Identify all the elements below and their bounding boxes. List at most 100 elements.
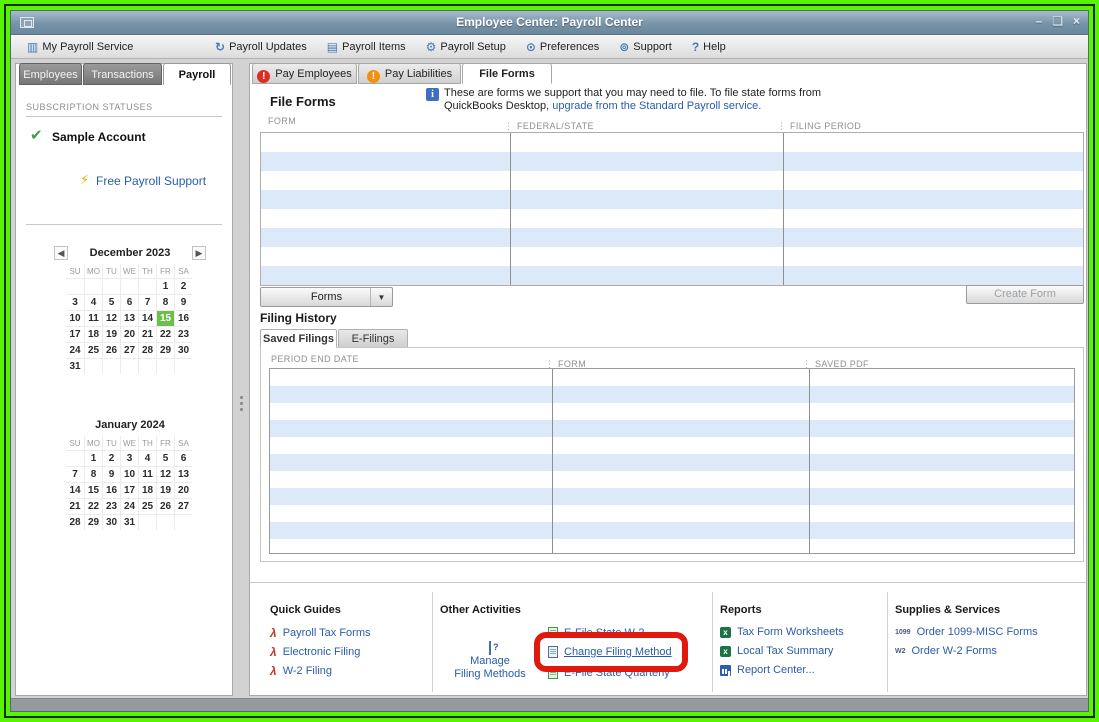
calendar-day[interactable]: 30	[174, 342, 192, 358]
column-grip-icon[interactable]: ⋮	[777, 121, 786, 131]
calendar-day[interactable]: 26	[156, 498, 174, 514]
payroll-setup-button[interactable]: ⚙ Payroll Setup	[424, 35, 508, 59]
tab-employees[interactable]: Employees	[19, 63, 82, 85]
table-row[interactable]	[261, 228, 1083, 247]
tab-pay-liabilities[interactable]: !Pay Liabilities	[358, 63, 461, 84]
calendar-day[interactable]: 12	[102, 310, 120, 326]
calendar-day[interactable]: 3	[66, 294, 84, 310]
tab-payroll[interactable]: Payroll	[163, 63, 231, 85]
calendar-day[interactable]: 20	[120, 326, 138, 342]
calendar-day[interactable]: 9	[174, 294, 192, 310]
calendar-day[interactable]: 21	[66, 498, 84, 514]
calendar-day[interactable]: 30	[102, 514, 120, 530]
calendar-day[interactable]: 31	[66, 358, 84, 374]
calendar-day[interactable]: 6	[174, 450, 192, 466]
calendar-day[interactable]: 4	[138, 450, 156, 466]
w2-filing-link[interactable]: λW-2 Filing	[270, 664, 332, 678]
calendar-day[interactable]: 12	[156, 466, 174, 482]
calendar-day[interactable]: 13	[120, 310, 138, 326]
calendar-day[interactable]: 16	[174, 310, 192, 326]
calendar-day[interactable]: 11	[84, 310, 102, 326]
calendar-day[interactable]: 25	[138, 498, 156, 514]
column-grip-icon[interactable]: ⋮	[504, 121, 513, 131]
upgrade-link[interactable]: upgrade from the Standard Payroll servic…	[552, 100, 761, 112]
calendar-day[interactable]: 20	[174, 482, 192, 498]
calendar-day[interactable]: 1	[84, 450, 102, 466]
tab-e-filings[interactable]: E-Filings	[338, 329, 408, 348]
calendar-day[interactable]: 15	[84, 482, 102, 498]
calendar-day[interactable]: 21	[138, 326, 156, 342]
column-divider[interactable]	[783, 133, 784, 285]
table-row[interactable]	[270, 369, 1074, 386]
calendar-day[interactable]: 28	[66, 514, 84, 530]
minimize-button-icon[interactable]: –	[1036, 14, 1043, 28]
free-payroll-support-link[interactable]: Free Payroll Support	[96, 174, 206, 188]
calendar-day[interactable]: 10	[120, 466, 138, 482]
calendar-day[interactable]: 23	[102, 498, 120, 514]
electronic-filing-link[interactable]: λElectronic Filing	[270, 645, 360, 659]
calendar-day[interactable]: 25	[84, 342, 102, 358]
my-payroll-service-button[interactable]: ▥ My Payroll Service	[25, 35, 135, 59]
calendar-day[interactable]: 26	[102, 342, 120, 358]
calendar-day[interactable]: 2	[174, 278, 192, 294]
calendar-day[interactable]: 28	[138, 342, 156, 358]
table-row[interactable]	[261, 171, 1083, 190]
calendar-day[interactable]: 29	[156, 342, 174, 358]
calendar-day[interactable]: 23	[174, 326, 192, 342]
calendar-day[interactable]: 11	[138, 466, 156, 482]
payroll-items-button[interactable]: ▤ Payroll Items	[325, 35, 408, 59]
support-button[interactable]: ⊚ Support	[617, 35, 674, 59]
column-divider[interactable]	[552, 369, 553, 553]
table-row[interactable]	[270, 454, 1074, 471]
table-row[interactable]	[261, 133, 1083, 152]
table-row[interactable]	[261, 209, 1083, 228]
calendar-day[interactable]: 18	[138, 482, 156, 498]
payroll-updates-button[interactable]: ↻ Payroll Updates	[213, 35, 309, 59]
calendar-day[interactable]: 24	[66, 342, 84, 358]
calendar-day[interactable]: 6	[120, 294, 138, 310]
calendar-day[interactable]: 22	[156, 326, 174, 342]
table-row[interactable]	[261, 266, 1083, 285]
create-form-button[interactable]: Create Form	[966, 285, 1084, 304]
table-row[interactable]	[270, 505, 1074, 522]
calendar-day[interactable]: 9	[102, 466, 120, 482]
calendar-day[interactable]: 17	[120, 482, 138, 498]
order-w2-forms-link[interactable]: W2Order W-2 Forms	[895, 645, 997, 657]
calendar-day[interactable]: 15	[156, 310, 174, 326]
tab-transactions[interactable]: Transactions	[83, 63, 162, 85]
calendar-day[interactable]: 2	[102, 450, 120, 466]
panel-splitter[interactable]	[238, 391, 244, 415]
tax-form-worksheets-link[interactable]: xTax Form Worksheets	[720, 626, 844, 638]
table-row[interactable]	[270, 403, 1074, 420]
manage-filing-methods-link[interactable]: Manage Filing Methods	[440, 642, 540, 681]
table-row[interactable]	[261, 247, 1083, 266]
table-row[interactable]	[261, 152, 1083, 171]
calendar-day[interactable]: 27	[174, 498, 192, 514]
report-center-link[interactable]: Report Center...	[720, 664, 815, 676]
table-row[interactable]	[270, 437, 1074, 454]
calendar-day[interactable]: 7	[66, 466, 84, 482]
column-divider[interactable]	[809, 369, 810, 553]
calendar-day[interactable]: 29	[84, 514, 102, 530]
payroll-tax-forms-link[interactable]: λPayroll Tax Forms	[270, 626, 371, 640]
calendar-day[interactable]: 7	[138, 294, 156, 310]
calendar-day[interactable]: 13	[174, 466, 192, 482]
forms-dropdown-button[interactable]: Forms ▼	[260, 287, 393, 307]
table-row[interactable]	[270, 522, 1074, 539]
calendar-day[interactable]: 27	[120, 342, 138, 358]
order-1099-misc-forms-link[interactable]: 1099Order 1099-MISC Forms	[895, 626, 1038, 638]
calendar-day[interactable]: 22	[84, 498, 102, 514]
calendar-next-icon[interactable]: ▶	[192, 246, 206, 260]
table-row[interactable]	[270, 420, 1074, 437]
calendar-day[interactable]: 31	[120, 514, 138, 530]
local-tax-summary-link[interactable]: xLocal Tax Summary	[720, 645, 833, 657]
preferences-button[interactable]: ⊙ Preferences	[524, 35, 601, 59]
calendar-day[interactable]: 5	[102, 294, 120, 310]
tab-file-forms[interactable]: File Forms	[462, 63, 552, 84]
table-row[interactable]	[270, 539, 1074, 554]
calendar-day[interactable]: 3	[120, 450, 138, 466]
calendar-day[interactable]: 4	[84, 294, 102, 310]
column-divider[interactable]	[510, 133, 511, 285]
calendar-day[interactable]: 1	[156, 278, 174, 294]
calendar-day[interactable]: 24	[120, 498, 138, 514]
